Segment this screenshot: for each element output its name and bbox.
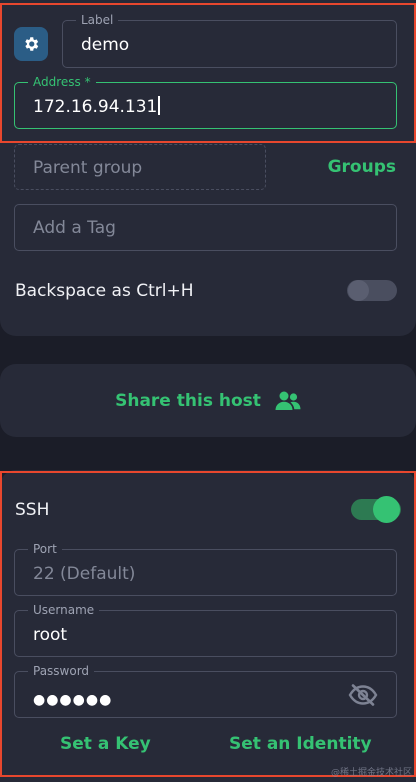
password-legend: Password: [28, 664, 95, 678]
ssh-toggle[interactable]: [351, 496, 401, 523]
port-value: 22 (Default): [33, 564, 136, 584]
host-icon-button[interactable]: [14, 27, 48, 61]
set-key-button[interactable]: Set a Key: [60, 734, 151, 754]
username-value: root: [33, 625, 68, 645]
annotation-line: [0, 3, 2, 143]
watermark: @稀土掘金技术社区: [330, 768, 412, 778]
tag-field[interactable]: Add a Tag: [14, 204, 397, 251]
password-field[interactable]: Password ●●●●●●: [14, 664, 397, 718]
users-icon: [275, 391, 301, 410]
ssh-title: SSH: [15, 500, 50, 520]
annotation-line: [0, 471, 2, 777]
label-legend: Label: [76, 13, 119, 27]
password-value: ●●●●●●: [33, 692, 113, 708]
toggle-knob: [348, 280, 369, 301]
groups-link[interactable]: Groups: [328, 157, 396, 177]
annotation-line: [0, 141, 416, 143]
backspace-label: Backspace as Ctrl+H: [15, 281, 194, 301]
address-legend: Address *: [28, 75, 96, 89]
username-field[interactable]: Username root: [14, 603, 397, 657]
text-caret: [158, 96, 160, 115]
address-field[interactable]: Address * 172.16.94.131: [14, 75, 397, 129]
eye-off-icon[interactable]: [348, 684, 378, 706]
annotation-line: [0, 471, 416, 473]
address-value: 172.16.94.131: [33, 97, 158, 117]
toggle-knob: [373, 496, 400, 523]
gear-icon: [25, 37, 39, 51]
label-field[interactable]: Label demo: [62, 13, 397, 68]
backspace-toggle[interactable]: [347, 280, 397, 301]
tag-placeholder: Add a Tag: [33, 218, 116, 238]
parent-group-field[interactable]: Parent group: [14, 144, 266, 190]
parent-group-placeholder: Parent group: [33, 158, 143, 178]
port-field[interactable]: Port 22 (Default): [14, 542, 397, 596]
label-value: demo: [81, 35, 130, 55]
annotation-line: [0, 3, 416, 5]
username-legend: Username: [28, 603, 100, 617]
share-host-button[interactable]: Share this host: [0, 364, 416, 437]
port-legend: Port: [28, 542, 62, 556]
share-label: Share this host: [115, 390, 261, 411]
set-identity-button[interactable]: Set an Identity: [229, 734, 372, 754]
